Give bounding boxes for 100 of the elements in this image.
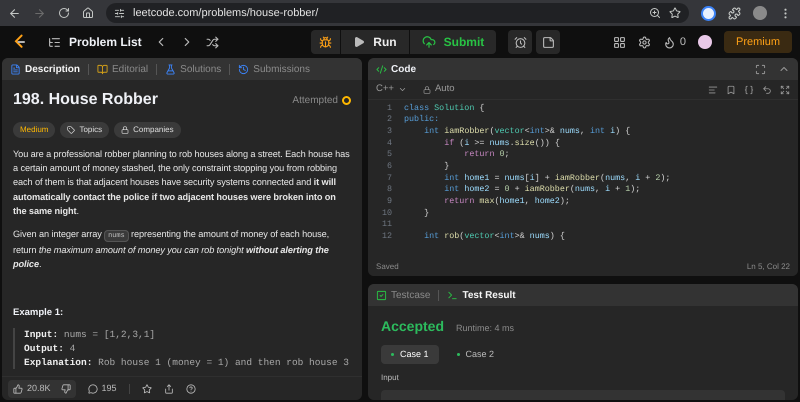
logo-icon[interactable] <box>12 34 28 50</box>
verdict-text: Accepted <box>381 317 444 336</box>
problem-title: 198. House Robber <box>13 90 158 110</box>
panel-tab[interactable]: Testcase <box>376 288 430 302</box>
expand-icon[interactable] <box>780 84 790 94</box>
timer-icon[interactable] <box>508 30 532 54</box>
premium-button[interactable]: Premium <box>724 31 792 53</box>
run-button[interactable]: Run <box>341 30 409 54</box>
line-number: 11 <box>380 218 392 232</box>
chevron-down-icon <box>398 85 407 94</box>
line-number: 8 <box>386 183 392 196</box>
code-line: if (i >= nums.size()) { <box>443 136 560 150</box>
extension-icon[interactable] <box>701 6 716 20</box>
runtime-text: Runtime: 4 ms <box>456 322 514 335</box>
flame-icon <box>662 36 676 48</box>
line-number: 10 <box>380 206 392 220</box>
code-panel-title: Code <box>391 62 416 76</box>
code-line: int rob(vector<int>& nums) { <box>423 230 565 243</box>
input-label: Input <box>381 372 400 384</box>
help-icon[interactable] <box>186 384 196 394</box>
settings-icon[interactable] <box>638 36 651 48</box>
comment-icon <box>88 384 98 394</box>
cloud-upload-icon <box>422 35 436 49</box>
code-line: int iamRobber(vector<int>& nums, int i) { <box>423 124 630 138</box>
tag-icon <box>67 126 76 134</box>
example-line: Input: nums = [1,2,3,1] <box>24 328 156 341</box>
comments-button[interactable]: 195 <box>88 382 117 396</box>
code-line: int home1 = nums[i] + iamRobber(nums, i + 2); <box>443 172 670 184</box>
address-bar[interactable]: leetcode.com/problems/house-robber/ <box>106 3 689 23</box>
zoom-icon[interactable] <box>649 7 661 19</box>
shuffle-icon[interactable] <box>206 36 219 48</box>
line-number: 4 <box>386 136 392 150</box>
back-icon[interactable] <box>8 6 21 20</box>
submit-button[interactable]: Submit <box>408 30 496 54</box>
line-number: 9 <box>386 195 392 208</box>
language-selector[interactable]: C++ <box>376 82 407 97</box>
tab-icon <box>238 64 250 74</box>
cursor-position: Ln 5, Col 22 <box>746 261 790 273</box>
difficulty-tag[interactable]: Medium <box>13 122 56 138</box>
home-icon[interactable] <box>82 7 94 19</box>
panel-tab[interactable]: Editorial <box>97 62 148 76</box>
code-icon <box>376 64 387 74</box>
example-title: Example 1: <box>13 306 64 320</box>
profile-avatar[interactable] <box>753 6 767 20</box>
list-icon <box>48 36 61 48</box>
reset-icon[interactable] <box>762 84 772 94</box>
url-text: leetcode.com/problems/house-robber/ <box>133 6 318 21</box>
format-icon[interactable] <box>708 84 718 94</box>
code-line: } <box>443 160 450 173</box>
case-tab[interactable]: Case 2 <box>446 345 504 364</box>
tag-button[interactable]: Companies <box>114 122 181 138</box>
braces-icon[interactable] <box>744 84 754 94</box>
line-number: 7 <box>386 172 392 184</box>
line-number: 1 <box>386 102 392 114</box>
extensions-icon[interactable] <box>728 6 741 20</box>
example-line: Explanation: Rob house 1 (money = 1) and then rob house 3 <box>24 356 350 369</box>
terminal-icon <box>447 290 458 300</box>
attempted-status: Attempted <box>292 94 338 108</box>
note-icon[interactable] <box>536 30 560 54</box>
code-line: } <box>423 206 430 220</box>
lock-icon <box>121 126 130 134</box>
tab-icon <box>97 64 108 74</box>
code-line: return 0; <box>463 148 510 161</box>
checkbox-icon <box>376 290 387 300</box>
problem-list-button[interactable]: Problem List <box>48 33 142 51</box>
saved-status: Saved <box>376 261 399 273</box>
play-icon <box>353 36 366 48</box>
line-number: 3 <box>386 124 392 138</box>
auto-mode-button[interactable]: Auto <box>422 82 455 97</box>
tab-icon <box>10 64 21 74</box>
site-info-icon[interactable] <box>114 8 125 18</box>
reload-icon[interactable] <box>58 7 70 19</box>
favorite-star-icon[interactable] <box>142 384 152 394</box>
description-paragraph: You are a professional robber planning to rob houses along a street. Each house has a certain amount of money stashed, the only constraint stopping you from robbing each of them is that adjacent houses have security systems connected and it will automatically contact the police if two adjacent houses were broken into on the same night. <box>13 148 351 218</box>
example-line: Output: 4 <box>24 342 76 355</box>
attempted-icon <box>342 96 351 104</box>
line-number: 6 <box>386 160 392 173</box>
panel-tab[interactable]: Test Result <box>447 288 516 302</box>
line-number: 12 <box>380 230 392 243</box>
share-icon[interactable] <box>164 384 174 394</box>
grid-icon[interactable] <box>612 36 626 48</box>
line-number: 5 <box>386 148 392 161</box>
lock-icon <box>422 86 431 94</box>
tag-button[interactable]: Topics <box>60 122 110 138</box>
user-avatar[interactable] <box>698 35 712 49</box>
code-line: return max(home1, home2); <box>443 195 570 208</box>
thumbs-up-icon <box>13 384 23 394</box>
code-line: class Solution { <box>404 102 484 114</box>
bookmark-star-icon[interactable] <box>669 7 681 19</box>
case-tab[interactable]: Case 1 <box>381 345 439 364</box>
maximize-icon[interactable] <box>755 64 766 74</box>
tab-icon <box>165 64 176 74</box>
panel-tab[interactable]: Description <box>10 62 80 76</box>
panel-tab[interactable]: Solutions <box>165 62 222 76</box>
code-line: int home2 = 0 + iamRobber(nums, i + 1); <box>443 183 640 196</box>
bookmark-icon[interactable] <box>726 84 736 94</box>
streak-count: 0 <box>680 34 686 50</box>
panel-tab[interactable]: Submissions <box>238 62 310 76</box>
line-number: 2 <box>386 113 392 126</box>
code-line: public: <box>404 113 440 126</box>
